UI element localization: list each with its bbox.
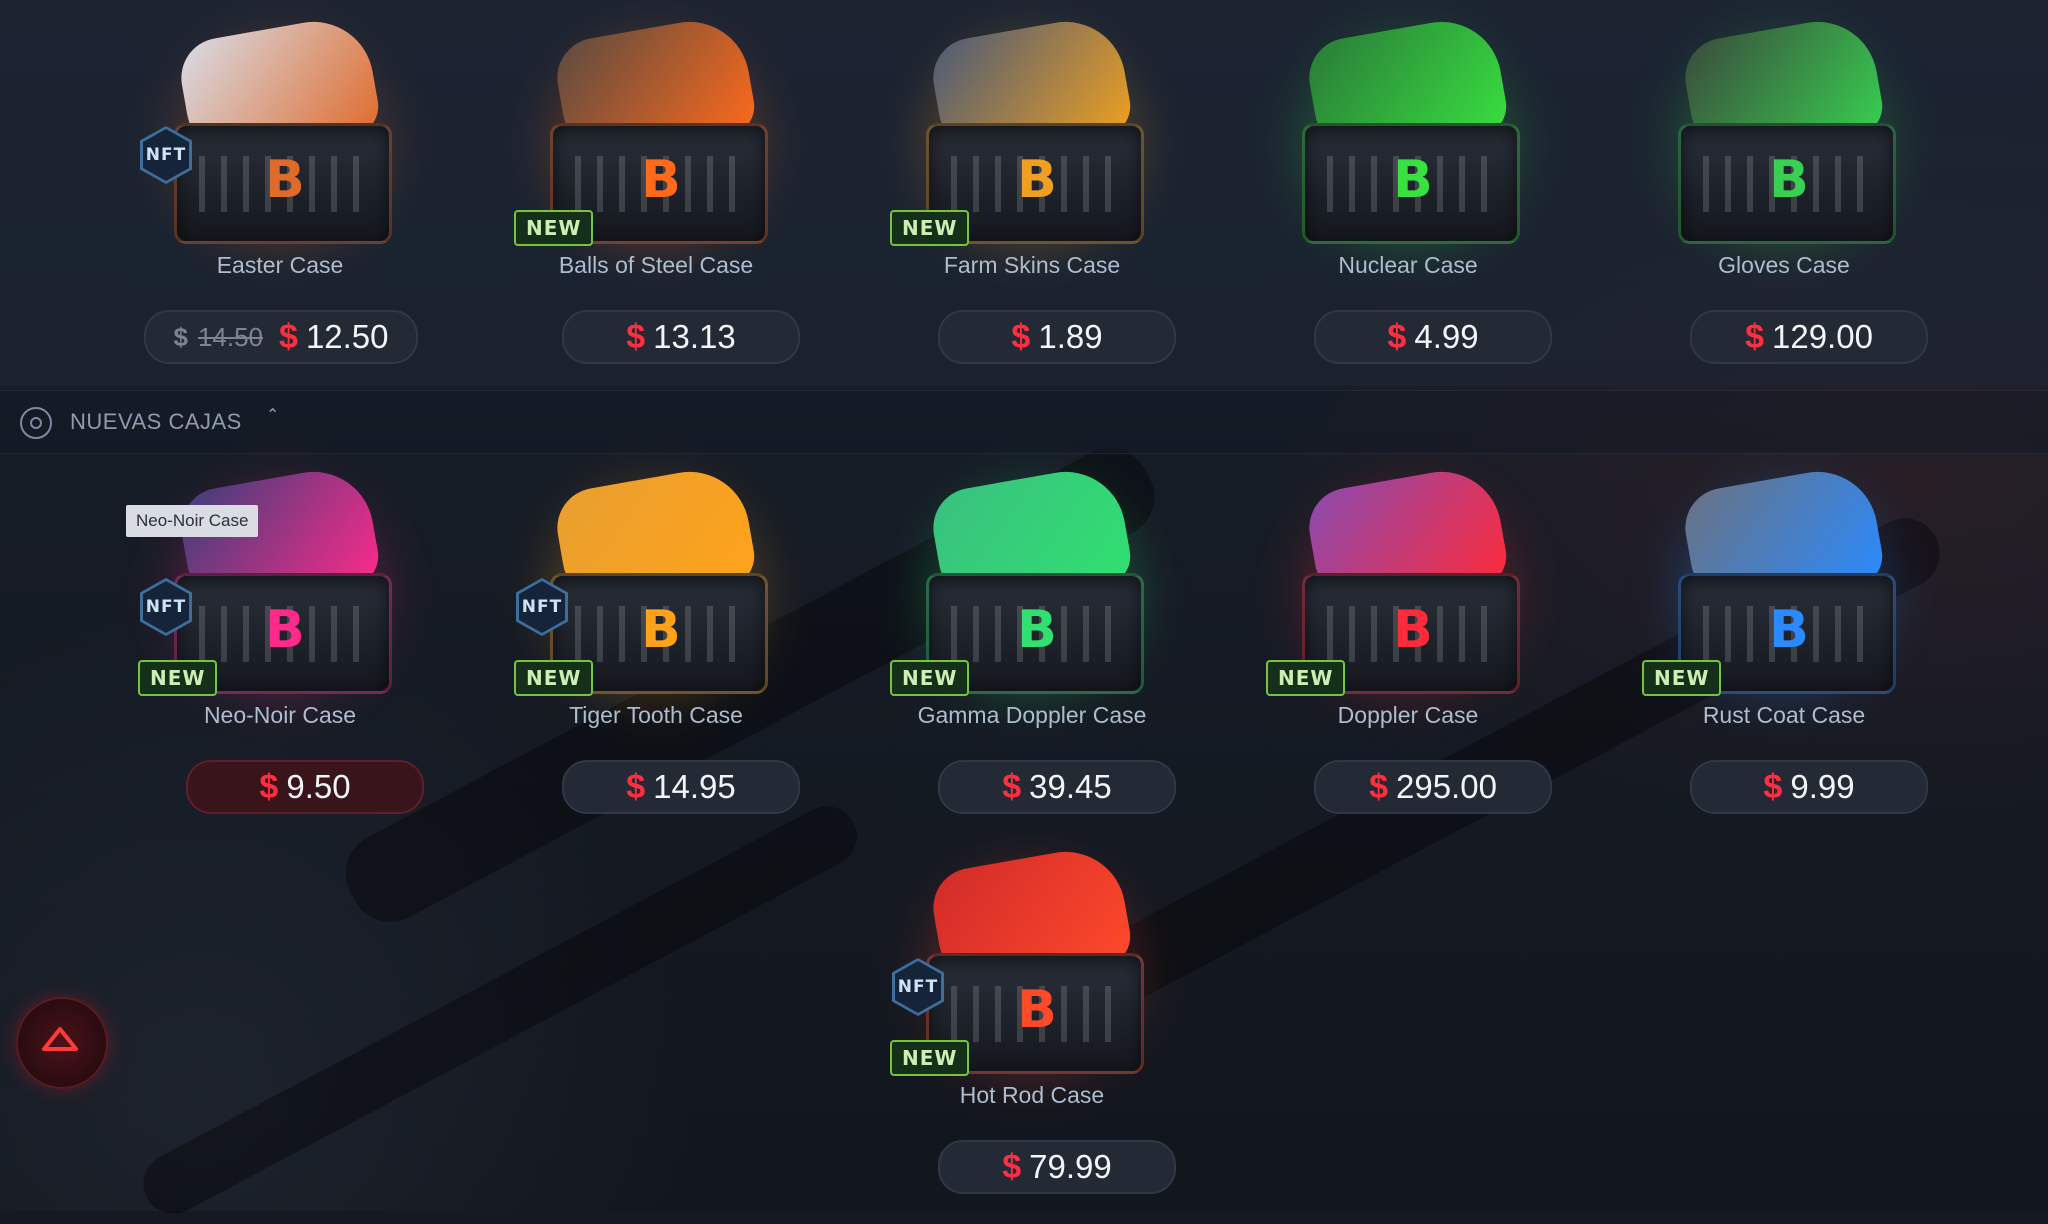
case-box: B bbox=[174, 123, 392, 244]
price-button[interactable]: $9.50 bbox=[186, 760, 424, 814]
price-button[interactable]: $79.99 bbox=[938, 1140, 1176, 1194]
case-box: B bbox=[1302, 123, 1520, 244]
price-amount: 13.13 bbox=[653, 318, 736, 355]
case-logo: B bbox=[641, 600, 681, 660]
price-button[interactable]: $13.13 bbox=[562, 310, 800, 364]
case-name[interactable]: Farm Skins Case bbox=[844, 252, 1220, 279]
case-logo: B bbox=[1769, 150, 1809, 210]
new-badge: NEW bbox=[138, 660, 218, 696]
nft-badge-label: NFT bbox=[519, 581, 565, 633]
price-amount: 12.50 bbox=[305, 318, 389, 355]
case-card[interactable]: B NEW Gamma Doppler Case $39.45 bbox=[844, 450, 1220, 830]
section-title: NUEVAS CAJAS bbox=[70, 409, 242, 434]
case-image[interactable]: B bbox=[886, 842, 1178, 1098]
case-logo: B bbox=[1393, 150, 1433, 210]
case-name[interactable]: Neo-Noir Case bbox=[92, 702, 468, 729]
case-image[interactable]: B bbox=[1262, 12, 1554, 268]
price-button[interactable]: $14.95 bbox=[562, 760, 800, 814]
case-name[interactable]: Tiger Tooth Case bbox=[468, 702, 844, 729]
nft-badge-label: NFT bbox=[895, 961, 941, 1013]
price-amount: 14.95 bbox=[653, 768, 736, 805]
price-currency: $ bbox=[1387, 317, 1407, 356]
arrow-up-icon bbox=[42, 1027, 78, 1051]
case-card[interactable]: B Nuclear Case $4.99 bbox=[1220, 0, 1596, 380]
crosshair-icon bbox=[20, 407, 52, 439]
case-name[interactable]: Hot Rod Case bbox=[844, 1082, 1220, 1109]
new-badge: NEW bbox=[1266, 660, 1346, 696]
case-card[interactable]: B NFT NEW Tiger Tooth Case $14.95 bbox=[468, 450, 844, 830]
case-logo: B bbox=[1017, 600, 1057, 660]
case-logo: B bbox=[265, 150, 305, 210]
price-amount: 39.45 bbox=[1029, 768, 1112, 805]
case-name[interactable]: Rust Coat Case bbox=[1596, 702, 1972, 729]
new-badge: NEW bbox=[890, 660, 970, 696]
price-currency: $ bbox=[1763, 767, 1783, 806]
price-currency: $ bbox=[1002, 1147, 1022, 1186]
case-image[interactable]: B bbox=[886, 12, 1178, 268]
new-badge: NEW bbox=[514, 210, 594, 246]
price-button[interactable]: $14.50 $12.50 bbox=[144, 310, 418, 364]
case-name[interactable]: Easter Case bbox=[92, 252, 468, 279]
price-amount: 79.99 bbox=[1029, 1148, 1112, 1185]
scroll-to-top-button[interactable] bbox=[16, 997, 108, 1089]
price-currency: $ bbox=[1369, 767, 1388, 806]
case-image[interactable]: B bbox=[1638, 462, 1930, 718]
price-amount: 129.00 bbox=[1771, 318, 1873, 355]
chevron-up-icon[interactable]: ⌃ bbox=[266, 405, 279, 424]
price-button[interactable]: $129.00 bbox=[1690, 310, 1928, 364]
case-card[interactable]: B NEW Farm Skins Case $1.89 bbox=[844, 0, 1220, 380]
case-logo: B bbox=[1017, 980, 1057, 1040]
price-currency: $ bbox=[626, 767, 646, 806]
price-button[interactable]: $9.99 bbox=[1690, 760, 1928, 814]
case-image[interactable]: B bbox=[510, 12, 802, 268]
price-button[interactable]: $4.99 bbox=[1314, 310, 1552, 364]
case-logo: B bbox=[265, 600, 305, 660]
case-tooltip: Neo-Noir Case bbox=[126, 505, 259, 537]
price-currency: $ bbox=[626, 317, 646, 356]
old-price-currency: $ bbox=[173, 321, 188, 352]
case-image[interactable]: B bbox=[1638, 12, 1930, 268]
case-name[interactable]: Doppler Case bbox=[1220, 702, 1596, 729]
case-image[interactable]: B bbox=[886, 462, 1178, 718]
price-currency: $ bbox=[1011, 317, 1031, 356]
case-name[interactable]: Balls of Steel Case bbox=[468, 252, 844, 279]
case-card[interactable]: B NEW Doppler Case $295.00 bbox=[1220, 450, 1596, 830]
case-logo: B bbox=[1017, 150, 1057, 210]
price-currency: $ bbox=[279, 317, 298, 356]
case-image[interactable]: B bbox=[510, 462, 802, 718]
price-button[interactable]: $1.89 bbox=[938, 310, 1176, 364]
price-amount: 9.50 bbox=[286, 768, 351, 805]
section-header-new-cases[interactable]: NUEVAS CAJAS ⌃ bbox=[0, 390, 2048, 454]
case-logo: B bbox=[641, 150, 681, 210]
price-currency: $ bbox=[1745, 317, 1764, 356]
price-currency: $ bbox=[1002, 767, 1022, 806]
case-card[interactable]: B NFT Easter Case $14.50 $12.50 bbox=[92, 0, 468, 380]
case-box: B bbox=[1678, 123, 1896, 244]
case-image[interactable]: B bbox=[1262, 462, 1554, 718]
nft-badge-label: NFT bbox=[143, 581, 189, 633]
price-currency: $ bbox=[259, 767, 279, 806]
case-logo: B bbox=[1769, 600, 1809, 660]
case-logo: B bbox=[1393, 600, 1433, 660]
price-amount: 4.99 bbox=[1414, 318, 1479, 355]
price-amount: 9.99 bbox=[1790, 768, 1855, 805]
case-card[interactable]: B Gloves Case $129.00 bbox=[1596, 0, 1972, 380]
case-name[interactable]: Gloves Case bbox=[1596, 252, 1972, 279]
case-card[interactable]: B NEW Balls of Steel Case $13.13 bbox=[468, 0, 844, 380]
case-card[interactable]: B NFT NEW Hot Rod Case $79.99 bbox=[844, 830, 1220, 1210]
price-amount: 295.00 bbox=[1395, 768, 1497, 805]
new-badge: NEW bbox=[890, 1040, 970, 1076]
new-badge: NEW bbox=[514, 660, 594, 696]
case-name[interactable]: Nuclear Case bbox=[1220, 252, 1596, 279]
nft-badge-label: NFT bbox=[143, 129, 189, 181]
price-button[interactable]: $39.45 bbox=[938, 760, 1176, 814]
case-name[interactable]: Gamma Doppler Case bbox=[844, 702, 1220, 729]
price-amount: 1.89 bbox=[1038, 318, 1103, 355]
old-price: 14.50 bbox=[197, 321, 264, 352]
new-badge: NEW bbox=[890, 210, 970, 246]
price-button[interactable]: $295.00 bbox=[1314, 760, 1552, 814]
case-card[interactable]: B NEW Rust Coat Case $9.99 bbox=[1596, 450, 1972, 830]
case-image[interactable]: B bbox=[134, 12, 426, 268]
new-badge: NEW bbox=[1642, 660, 1722, 696]
